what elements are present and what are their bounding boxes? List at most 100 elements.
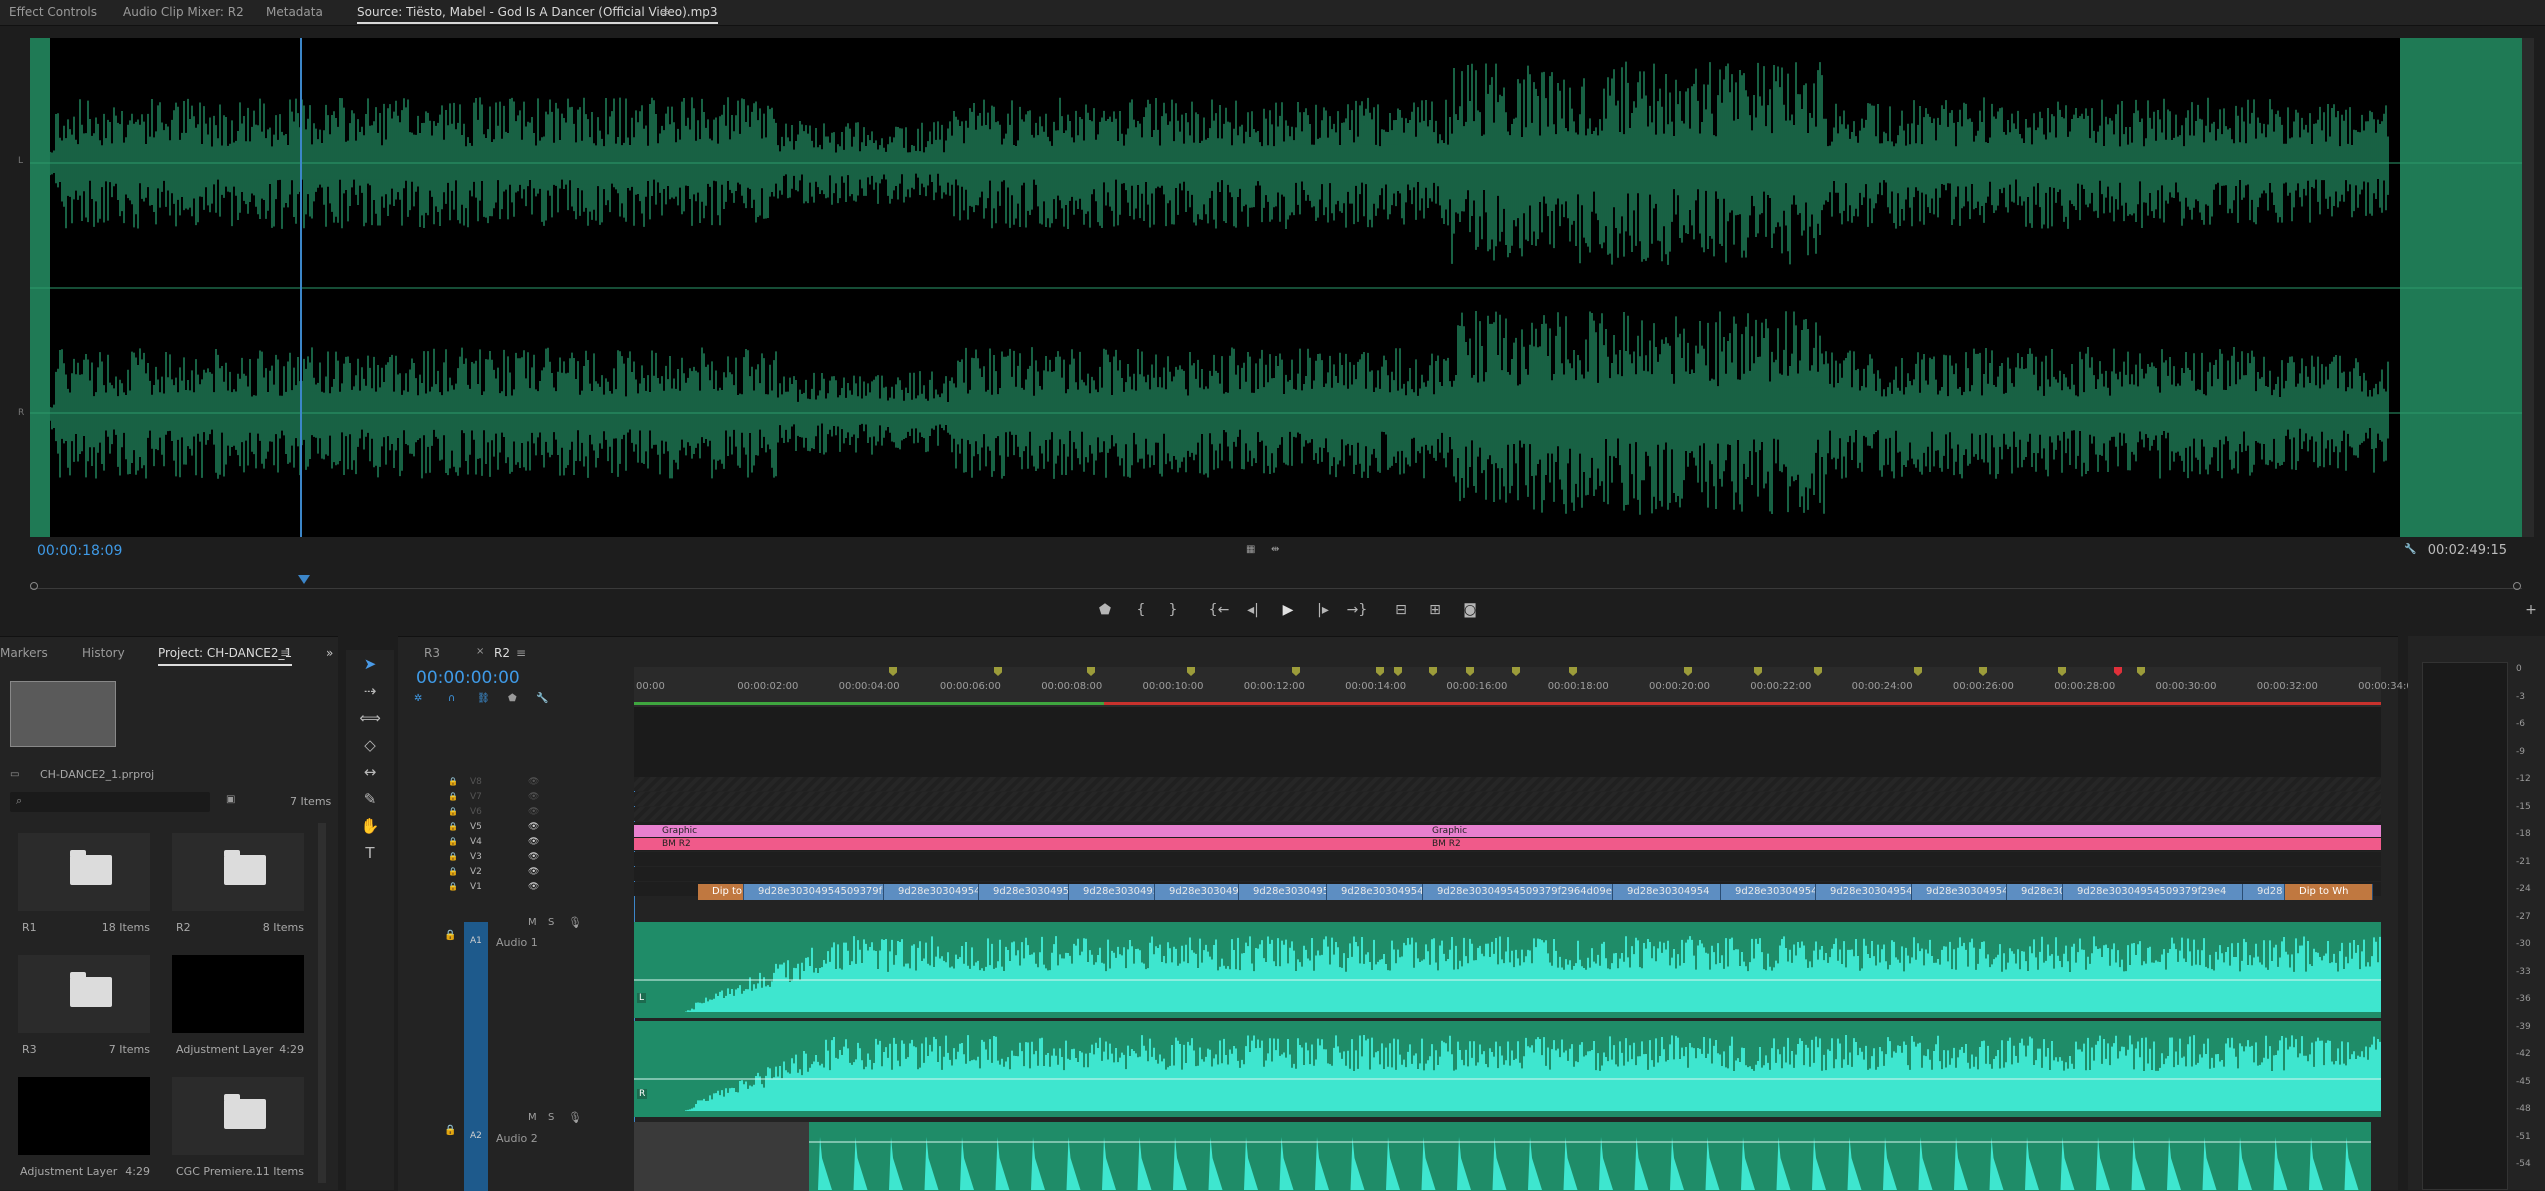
- go-to-out-button[interactable]: →}: [1346, 602, 1368, 618]
- graphic-clip-sub[interactable]: BM R2: [1404, 838, 2381, 850]
- drag-audio-icon[interactable]: ⇹: [1271, 544, 1279, 555]
- track-lock-icon[interactable]: 🔒: [448, 807, 458, 816]
- slip-tool-icon[interactable]: ↔: [358, 763, 382, 783]
- track-lock-icon[interactable]: 🔒: [448, 852, 458, 861]
- timeline-marker[interactable]: [1429, 667, 1437, 676]
- add-marker-icon[interactable]: ⬟: [508, 693, 517, 704]
- timeline-settings-icon[interactable]: 🔧: [536, 693, 548, 704]
- timeline-marker[interactable]: [1914, 667, 1922, 676]
- v1-clip[interactable]: 9d28e30304954: [1613, 884, 1721, 900]
- new-bin-icon[interactable]: ▣: [226, 794, 235, 805]
- snap-icon[interactable]: ∩: [448, 693, 455, 704]
- mark-out-button[interactable]: }: [1162, 602, 1184, 618]
- close-tab-icon[interactable]: ×: [476, 646, 484, 657]
- add-marker-button[interactable]: ⬟: [1094, 602, 1116, 618]
- video-track-lane[interactable]: [634, 792, 2381, 806]
- timeline-marker[interactable]: [1466, 667, 1474, 676]
- v1-clip[interactable]: 9d28e30304954: [1155, 884, 1239, 900]
- tab-metadata[interactable]: Metadata: [266, 5, 323, 19]
- ripple-edit-tool-icon[interactable]: ⟺: [358, 709, 382, 729]
- razor-tool-icon[interactable]: ◇: [358, 736, 382, 756]
- v1-clip[interactable]: 9d28e30304954: [2007, 884, 2063, 900]
- timeline-marker[interactable]: [1087, 667, 1095, 676]
- timeline-marker[interactable]: [1754, 667, 1762, 676]
- panel-menu-icon[interactable]: ≡: [660, 5, 669, 18]
- timeline-marker[interactable]: [994, 667, 1002, 676]
- source-waveform[interactable]: [30, 38, 2522, 537]
- type-tool-icon[interactable]: T: [358, 844, 382, 864]
- track-lock-icon[interactable]: 🔒: [448, 837, 458, 846]
- video-track-lane[interactable]: [634, 807, 2381, 821]
- track-visibility-icon[interactable]: 👁: [528, 792, 539, 802]
- timeline-marker[interactable]: [2114, 667, 2122, 676]
- nest-icon[interactable]: ✲: [414, 693, 422, 704]
- track-visibility-icon[interactable]: 👁: [528, 867, 539, 877]
- track-visibility-icon[interactable]: 👁: [528, 777, 539, 787]
- a1-track-name[interactable]: Audio 1: [496, 936, 538, 949]
- step-back-button[interactable]: ◂|: [1242, 602, 1264, 618]
- video-track-lane[interactable]: [634, 867, 2381, 881]
- track-lock-icon[interactable]: 🔒: [448, 867, 458, 876]
- bin-item[interactable]: Adjustment Layer 4:29: [164, 955, 304, 1065]
- a1-lock-icon[interactable]: 🔒: [444, 930, 456, 941]
- go-to-in-button[interactable]: {←: [1208, 602, 1230, 618]
- track-lock-icon[interactable]: 🔒: [448, 792, 458, 801]
- source-playhead-handle[interactable]: [298, 575, 310, 584]
- timeline-marker[interactable]: [1684, 667, 1692, 676]
- track-lock-icon[interactable]: 🔒: [448, 882, 458, 891]
- a1-target-strip[interactable]: [464, 922, 488, 1191]
- v1-clip[interactable]: 9d28e303049545: [979, 884, 1069, 900]
- source-settings-icon[interactable]: ▦: [1246, 544, 1255, 555]
- v1-clip[interactable]: 9d28e30304954509379f29e4: [2063, 884, 2243, 900]
- wrench-icon[interactable]: 🔧: [2404, 544, 2416, 555]
- timeline-marker[interactable]: [2137, 667, 2145, 676]
- graphic-clip[interactable]: Graphic: [1404, 825, 2381, 837]
- tab-effect-controls[interactable]: Effect Controls: [9, 5, 97, 19]
- v1-clip[interactable]: 9d28e303049545: [884, 884, 979, 900]
- export-frame-button[interactable]: ◙: [1459, 602, 1481, 618]
- v1-clip[interactable]: 9d28e30304954: [1816, 884, 1912, 900]
- tab-project[interactable]: Project: CH-DANCE2_1: [158, 646, 293, 666]
- project-scrollbar[interactable]: [318, 823, 326, 1183]
- graphic-clip-sub[interactable]: BM R2: [634, 838, 1404, 850]
- video-track-lane[interactable]: [634, 777, 2381, 791]
- track-visibility-icon[interactable]: 👁: [528, 822, 539, 832]
- v1-clip[interactable]: 9d28e30304954509379f2964d09e5: [1423, 884, 1613, 900]
- video-track-lane[interactable]: [634, 852, 2381, 866]
- track-lock-icon[interactable]: 🔒: [448, 822, 458, 831]
- timeline-menu-icon[interactable]: ≡: [516, 646, 526, 660]
- bin-item[interactable]: R1 18 Items: [10, 833, 150, 943]
- timeline-ruler[interactable]: 00:00 00:00:02:00 00:00:04:00 00:00:06:00 00…: [634, 667, 2419, 707]
- timeline-vertical-scroll[interactable]: [2385, 697, 2395, 1191]
- v1-clip[interactable]: 9d28e30304954: [1912, 884, 2007, 900]
- v1-clip[interactable]: 9d28e30304954: [1239, 884, 1327, 900]
- track-lock-icon[interactable]: 🔒: [448, 777, 458, 786]
- timeline-marker[interactable]: [1979, 667, 1987, 676]
- bin-item[interactable]: R2 8 Items: [164, 833, 304, 943]
- a2-track-name[interactable]: Audio 2: [496, 1132, 538, 1145]
- graphic-clip[interactable]: Graphic: [634, 825, 1404, 837]
- timeline-marker[interactable]: [1814, 667, 1822, 676]
- a2-lock-icon[interactable]: 🔒: [444, 1125, 456, 1136]
- mark-in-button[interactable]: {: [1130, 602, 1152, 618]
- a2-voiceover-icon[interactable]: 🎙: [568, 1111, 582, 1124]
- bin-item[interactable]: CGC Premiere... 11 Items: [164, 1077, 304, 1187]
- overwrite-button[interactable]: ⊞: [1424, 602, 1446, 618]
- linked-selection-icon[interactable]: ⛓: [477, 693, 490, 704]
- source-playhead[interactable]: [300, 38, 302, 537]
- tab-history[interactable]: History: [82, 646, 125, 660]
- timeline-marker[interactable]: [1512, 667, 1520, 676]
- audio-waveforms[interactable]: [634, 912, 2381, 1191]
- timeline-marker[interactable]: [1187, 667, 1195, 676]
- v1-clip[interactable]: 9d28e30304954509379f29e: [744, 884, 884, 900]
- search-input[interactable]: ⌕: [10, 792, 210, 812]
- timeline-marker[interactable]: [889, 667, 897, 676]
- bin-item[interactable]: Adjustment Layer 4:29: [10, 1077, 150, 1187]
- track-visibility-icon[interactable]: 👁: [528, 852, 539, 862]
- a1-mute-button[interactable]: M: [528, 917, 537, 928]
- tab-audio-clip-mixer[interactable]: Audio Clip Mixer: R2: [123, 5, 244, 19]
- source-time-ruler[interactable]: [30, 575, 2522, 589]
- track-visibility-icon[interactable]: 👁: [528, 807, 539, 817]
- v1-clip[interactable]: 9d28e303049545: [1327, 884, 1423, 900]
- step-forward-button[interactable]: |▸: [1312, 602, 1334, 618]
